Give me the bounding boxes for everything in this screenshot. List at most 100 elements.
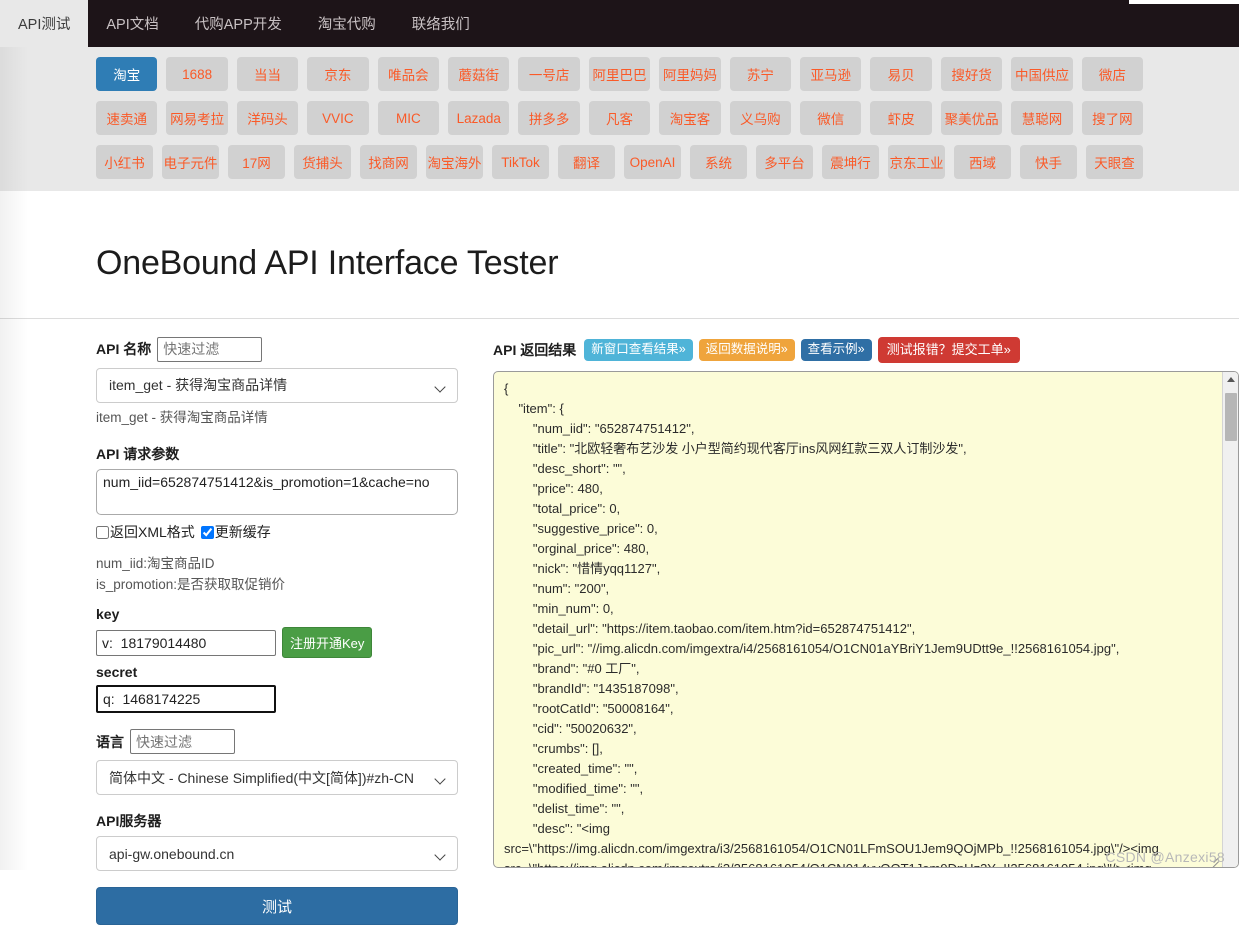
platform-button[interactable]: 系统 <box>690 145 747 179</box>
open-in-new-window-button[interactable]: 新窗口查看结果» <box>584 339 692 361</box>
key-row: 注册开通Key <box>96 627 461 658</box>
platform-button[interactable]: 拼多多 <box>518 101 579 135</box>
platform-button[interactable]: 电子元件 <box>162 145 219 179</box>
update-cache-checkbox[interactable] <box>201 526 214 539</box>
platform-button[interactable]: 京东工业 <box>888 145 945 179</box>
spacer <box>96 713 461 723</box>
language-select[interactable]: 简体中文 - Chinese Simplified(中文[简体])#zh-CN <box>96 760 458 795</box>
return-xml-label[interactable]: 返回XML格式 <box>110 522 195 542</box>
platform-button[interactable]: 阿里巴巴 <box>589 57 650 91</box>
nav-item-contact-us[interactable]: 联络我们 <box>394 0 488 47</box>
api-select-hint: item_get - 获得淘宝商品详情 <box>96 408 461 429</box>
platform-button[interactable]: 震坤行 <box>822 145 879 179</box>
language-filter-input[interactable] <box>130 729 235 754</box>
params-options-row: 返回XML格式 更新缓存 <box>96 522 461 542</box>
platform-button[interactable]: 淘宝 <box>96 57 157 91</box>
platform-button[interactable]: 多平台 <box>756 145 813 179</box>
platform-button[interactable]: TikTok <box>492 145 549 179</box>
platform-button[interactable]: 西域 <box>954 145 1011 179</box>
nav-item-label: 联络我们 <box>412 13 470 34</box>
api-secret-input[interactable] <box>96 685 276 713</box>
view-example-button[interactable]: 查看示例» <box>801 339 872 361</box>
platform-button[interactable]: 中国供应 <box>1011 57 1072 91</box>
platform-button[interactable]: 聚美优品 <box>941 101 1002 135</box>
api-endpoint-select[interactable]: item_get - 获得淘宝商品详情 <box>96 368 458 403</box>
nav-item-api-test[interactable]: API测试 <box>0 0 88 47</box>
language-label: 语言 <box>96 732 124 752</box>
platform-button[interactable]: 凡客 <box>589 101 650 135</box>
platform-button[interactable]: 淘宝客 <box>659 101 720 135</box>
platform-button[interactable]: 阿里妈妈 <box>659 57 720 91</box>
api-key-input[interactable] <box>96 630 276 656</box>
api-name-filter-input[interactable] <box>157 337 262 362</box>
platform-button[interactable]: 17网 <box>228 145 285 179</box>
platform-button[interactable]: 一号店 <box>518 57 579 91</box>
platform-selector-grid: 淘宝 1688 当当京东唯品会蘑菇街一号店阿里巴巴阿里妈妈苏宁亚马逊易贝搜好货中国供… <box>0 47 1239 191</box>
platform-button[interactable]: 微店 <box>1082 57 1143 91</box>
server-select-wrapper: api-gw.onebound.cn <box>96 836 458 871</box>
nav-item-app-dev[interactable]: 代购APP开发 <box>177 0 300 47</box>
nav-item-label: 代购APP开发 <box>195 13 282 34</box>
platform-button[interactable]: 苏宁 <box>730 57 791 91</box>
platform-row-1: 淘宝 1688 当当京东唯品会蘑菇街一号店阿里巴巴阿里妈妈苏宁亚马逊易贝搜好货中国供… <box>0 57 1239 91</box>
response-docs-button[interactable]: 返回数据说明» <box>699 339 795 361</box>
platform-button[interactable]: 亚马逊 <box>800 57 861 91</box>
platform-button[interactable]: 京东 <box>307 57 368 91</box>
platform-button[interactable]: OpenAI <box>624 145 681 179</box>
platform-button[interactable]: 货捕头 <box>294 145 351 179</box>
page-title: OneBound API Interface Tester <box>0 214 1239 295</box>
platform-button[interactable]: 速卖通 <box>96 101 157 135</box>
top-navigation-bar: API测试 API文档 代购APP开发 淘宝代购 联络我们 <box>0 0 1239 47</box>
spacer <box>96 795 461 811</box>
result-output-box: { "item": { "num_iid": "652874751412", "… <box>493 371 1239 868</box>
platform-button[interactable]: 易贝 <box>870 57 931 91</box>
result-scrollbar[interactable] <box>1222 372 1238 867</box>
return-xml-checkbox[interactable] <box>96 526 109 539</box>
platform-button[interactable]: 淘宝海外 <box>426 145 483 179</box>
platform-button[interactable]: 义乌购 <box>730 101 791 135</box>
platform-button[interactable]: 蘑菇街 <box>448 57 509 91</box>
platform-button[interactable]: 翻译 <box>558 145 615 179</box>
platform-button[interactable]: 小红书 <box>96 145 153 179</box>
platform-button[interactable]: 找商网 <box>360 145 417 179</box>
nav-item-taobao-agent[interactable]: 淘宝代购 <box>300 0 394 47</box>
nav-item-label: API文档 <box>106 13 158 34</box>
platform-button[interactable]: 微信 <box>800 101 861 135</box>
platform-button[interactable]: 天眼查 <box>1086 145 1143 179</box>
platform-button[interactable]: 洋码头 <box>237 101 298 135</box>
platform-button[interactable]: MIC <box>378 101 439 135</box>
api-select-wrapper: item_get - 获得淘宝商品详情 <box>96 368 458 403</box>
platform-button[interactable]: 唯品会 <box>378 57 439 91</box>
api-name-row: API 名称 <box>96 337 461 362</box>
register-key-button[interactable]: 注册开通Key <box>282 627 372 658</box>
platform-button[interactable]: Lazada <box>448 101 509 135</box>
api-server-select[interactable]: api-gw.onebound.cn <box>96 836 458 871</box>
platform-button[interactable]: 虾皮 <box>870 101 931 135</box>
api-params-textarea[interactable] <box>96 469 458 515</box>
platform-button[interactable]: VVIC <box>307 101 368 135</box>
request-form-column: API 名称 item_get - 获得淘宝商品详情 item_get - 获得… <box>96 337 461 925</box>
spacer <box>96 596 461 606</box>
platform-button[interactable]: 搜了网 <box>1082 101 1143 135</box>
scroll-up-arrow-icon[interactable] <box>1223 372 1238 388</box>
result-header: API 返回结果 新窗口查看结果» 返回数据说明» 查看示例» 测试报错？提交工… <box>493 337 1239 363</box>
api-name-label: API 名称 <box>96 339 151 359</box>
result-title: API 返回结果 <box>493 340 576 360</box>
update-cache-label[interactable]: 更新缓存 <box>215 522 271 542</box>
nav-item-label: API测试 <box>18 13 70 34</box>
platform-button[interactable]: 快手 <box>1020 145 1077 179</box>
nav-item-api-docs[interactable]: API文档 <box>88 0 176 47</box>
nav-item-label: 淘宝代购 <box>318 13 376 34</box>
test-button[interactable]: 测试 <box>96 887 458 925</box>
submit-ticket-button[interactable]: 测试报错？提交工单» <box>878 337 1020 363</box>
platform-button[interactable]: 慧聪网 <box>1011 101 1072 135</box>
platform-row-2: 速卖通网易考拉洋码头 VVIC MIC Lazada 拼多多凡客淘宝客义乌购微信虾皮聚美… <box>0 101 1239 135</box>
server-label: API服务器 <box>96 811 461 831</box>
platform-button[interactable]: 网易考拉 <box>166 101 227 135</box>
param-hint-is-promotion: is_promotion:是否获取取促销价 <box>96 575 461 596</box>
result-json-text: { "item": { "num_iid": "652874751412", "… <box>494 372 1222 867</box>
platform-button[interactable]: 搜好货 <box>941 57 1002 91</box>
platform-button[interactable]: 当当 <box>237 57 298 91</box>
platform-button[interactable]: 1688 <box>166 57 227 91</box>
scrollbar-thumb[interactable] <box>1225 393 1237 441</box>
